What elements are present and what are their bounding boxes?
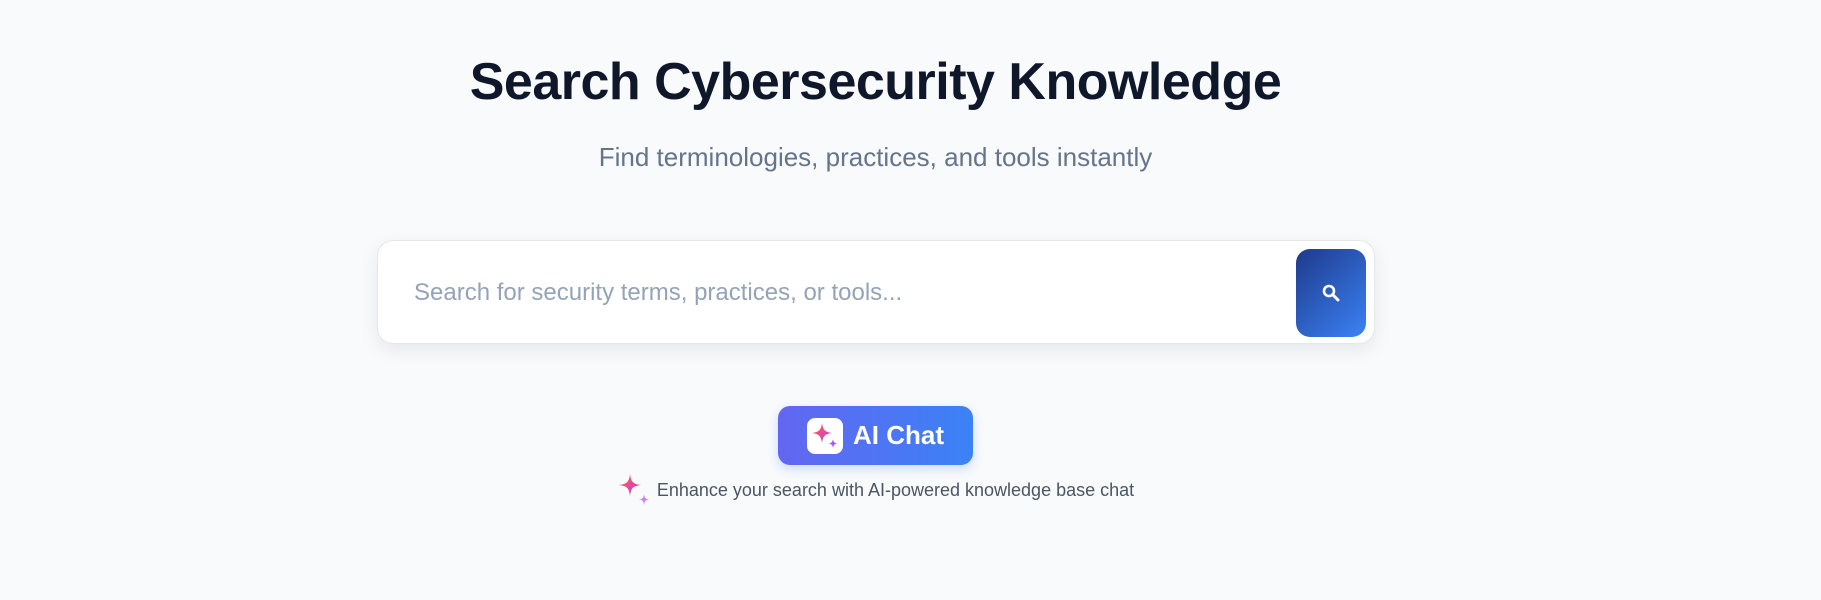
ai-chat-label: AI Chat xyxy=(853,420,944,450)
search-button[interactable] xyxy=(1296,249,1366,337)
page-title: Search Cybersecurity Knowledge xyxy=(469,53,1282,111)
page-subtitle: Find terminologies, practices, and tools… xyxy=(598,142,1153,172)
sparkle-icon xyxy=(807,417,843,454)
search-bar xyxy=(377,240,1375,344)
search-icon xyxy=(1322,284,1340,302)
ai-chat-button[interactable]: AI Chat xyxy=(778,406,973,465)
sparkle-icon xyxy=(617,472,651,508)
page: Search Cybersecurity Knowledge Find term… xyxy=(0,0,1821,600)
search-input[interactable] xyxy=(414,271,1294,315)
ai-chat-hint-text: Enhance your search with AI-powered know… xyxy=(656,479,1135,500)
ai-chat-hint: Enhance your search with AI-powered know… xyxy=(0,472,1751,508)
